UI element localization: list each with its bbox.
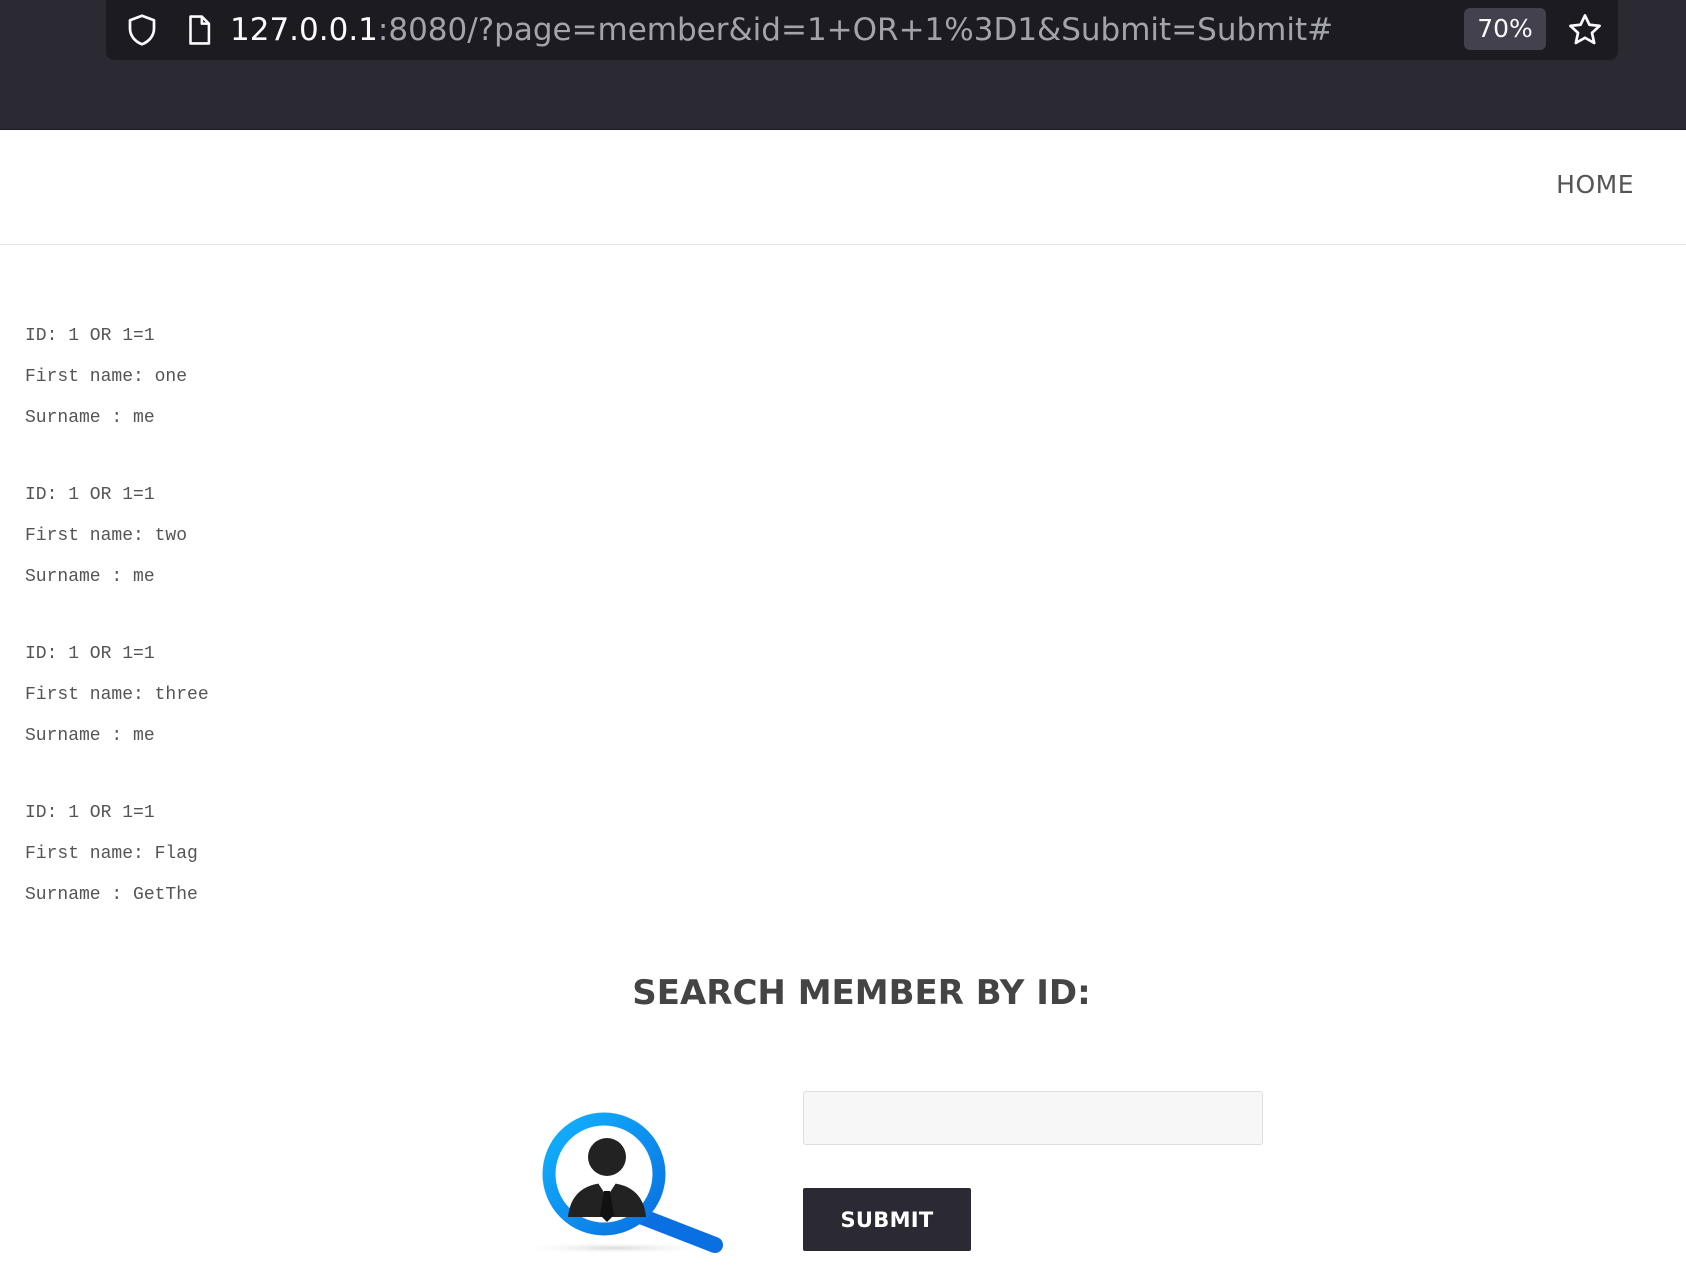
result-surname: Surname : me — [25, 408, 155, 428]
result-first-name: First name: two — [25, 526, 188, 546]
result-id: ID: 1 OR 1=1 — [25, 326, 155, 346]
result-record: ID: 1 OR 1=1 First name: one Surname : m… — [25, 320, 209, 479]
nav-home-link[interactable]: HOME — [1556, 170, 1634, 199]
address-bar[interactable]: 127.0.0.1:8080/?page=member&id=1+OR+1%3D… — [106, 0, 1618, 60]
result-surname: Surname : me — [25, 726, 155, 746]
result-first-name: First name: three — [25, 685, 209, 705]
member-search-icon — [515, 1112, 723, 1254]
search-title: SEARCH MEMBER BY ID: — [632, 973, 1091, 1013]
zoom-indicator[interactable]: 70% — [1464, 8, 1546, 50]
result-record: ID: 1 OR 1=1 First name: two Surname : m… — [25, 479, 209, 638]
member-results: ID: 1 OR 1=1 First name: one Surname : m… — [25, 320, 209, 956]
site-header: HOME — [0, 130, 1686, 245]
url-host: 127.0.0.1 — [230, 12, 378, 48]
result-record: ID: 1 OR 1=1 First name: three Surname :… — [25, 638, 209, 797]
result-first-name: First name: one — [25, 367, 188, 387]
member-id-input[interactable] — [803, 1091, 1263, 1145]
result-id: ID: 1 OR 1=1 — [25, 803, 155, 823]
star-icon[interactable] — [1566, 11, 1604, 49]
result-id: ID: 1 OR 1=1 — [25, 644, 155, 664]
browser-toolbar: 127.0.0.1:8080/?page=member&id=1+OR+1%3D… — [0, 0, 1686, 130]
url-path: :8080/?page=member&id=1+OR+1%3D1&Submit=… — [377, 12, 1334, 48]
result-id: ID: 1 OR 1=1 — [25, 485, 155, 505]
shield-icon[interactable] — [124, 12, 160, 48]
result-surname: Surname : me — [25, 567, 155, 587]
result-surname: Surname : GetThe — [25, 885, 198, 905]
submit-button[interactable]: SUBMIT — [803, 1188, 971, 1251]
result-first-name: First name: Flag — [25, 844, 198, 864]
url-text[interactable]: 127.0.0.1:8080/?page=member&id=1+OR+1%3D… — [230, 0, 1333, 60]
result-record: ID: 1 OR 1=1 First name: Flag Surname : … — [25, 797, 209, 956]
page-icon — [189, 15, 211, 45]
